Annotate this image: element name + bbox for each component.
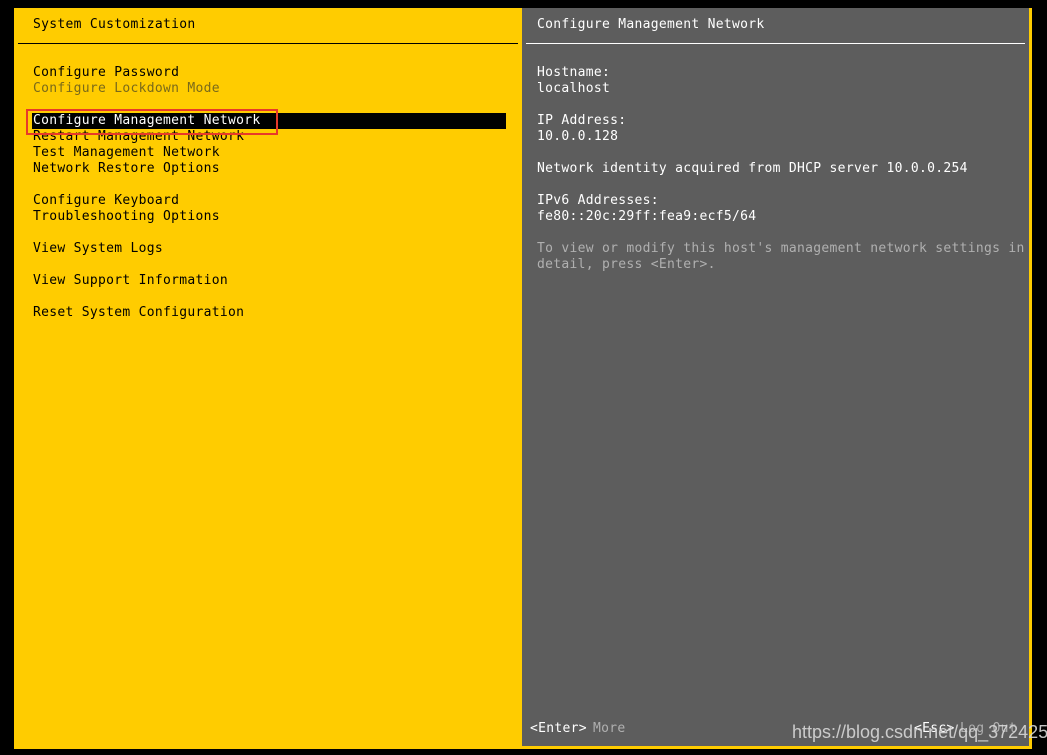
more-action-label: More (593, 721, 626, 736)
system-customization-pane: System Customization Configure Password … (14, 8, 522, 749)
menu-item-configure-keyboard[interactable]: Configure Keyboard (33, 193, 506, 209)
ip-address-label: IP Address: (537, 113, 627, 128)
ipv6-addresses-value: fe80::20c:29ff:fea9:ecf5/64 (537, 209, 757, 224)
menu-spacer (33, 177, 506, 193)
enter-key-hint[interactable]: <Enter> (530, 721, 587, 737)
system-customization-title: System Customization (33, 17, 196, 32)
menu-item-view-system-logs[interactable]: View System Logs (33, 241, 506, 257)
menu-item-configure-password[interactable]: Configure Password (33, 65, 506, 81)
management-network-details-pane: Configure Management Network Hostname: l… (522, 8, 1029, 746)
menu-item-network-restore-options[interactable]: Network Restore Options (33, 161, 506, 177)
menu-item-test-management-network[interactable]: Test Management Network (33, 145, 506, 161)
enter-hint-text: To view or modify this host's management… (537, 241, 1025, 272)
blog-watermark: https://blog.csdn.net/qq_37242520 (792, 722, 1047, 742)
customization-menu: Configure Password Configure Lockdown Mo… (32, 65, 506, 321)
menu-item-configure-management-network[interactable]: Configure Management Network (32, 113, 506, 129)
menu-item-restart-management-network[interactable]: Restart Management Network (33, 129, 506, 145)
hostname-label: Hostname: (537, 65, 611, 80)
menu-item-configure-lockdown-mode[interactable]: Configure Lockdown Mode (33, 81, 506, 97)
ip-address-value: 10.0.0.128 (537, 129, 619, 144)
menu-spacer (33, 225, 506, 241)
menu-item-troubleshooting-options[interactable]: Troubleshooting Options (33, 209, 506, 225)
right-title-divider (526, 43, 1025, 44)
menu-spacer (33, 97, 506, 113)
ipv6-addresses-label: IPv6 Addresses: (537, 193, 659, 208)
menu-item-reset-system-configuration[interactable]: Reset System Configuration (33, 305, 506, 321)
dcui-window: System Customization Configure Password … (14, 8, 1032, 749)
menu-spacer (33, 289, 506, 305)
left-title-divider (18, 43, 518, 44)
menu-spacer (33, 257, 506, 273)
hostname-value: localhost (537, 81, 611, 96)
menu-item-view-support-information[interactable]: View Support Information (33, 273, 506, 289)
network-info: Hostname: localhost IP Address: 10.0.0.1… (537, 65, 1027, 273)
details-title: Configure Management Network (537, 17, 765, 32)
dhcp-status-text: Network identity acquired from DHCP serv… (537, 161, 968, 176)
